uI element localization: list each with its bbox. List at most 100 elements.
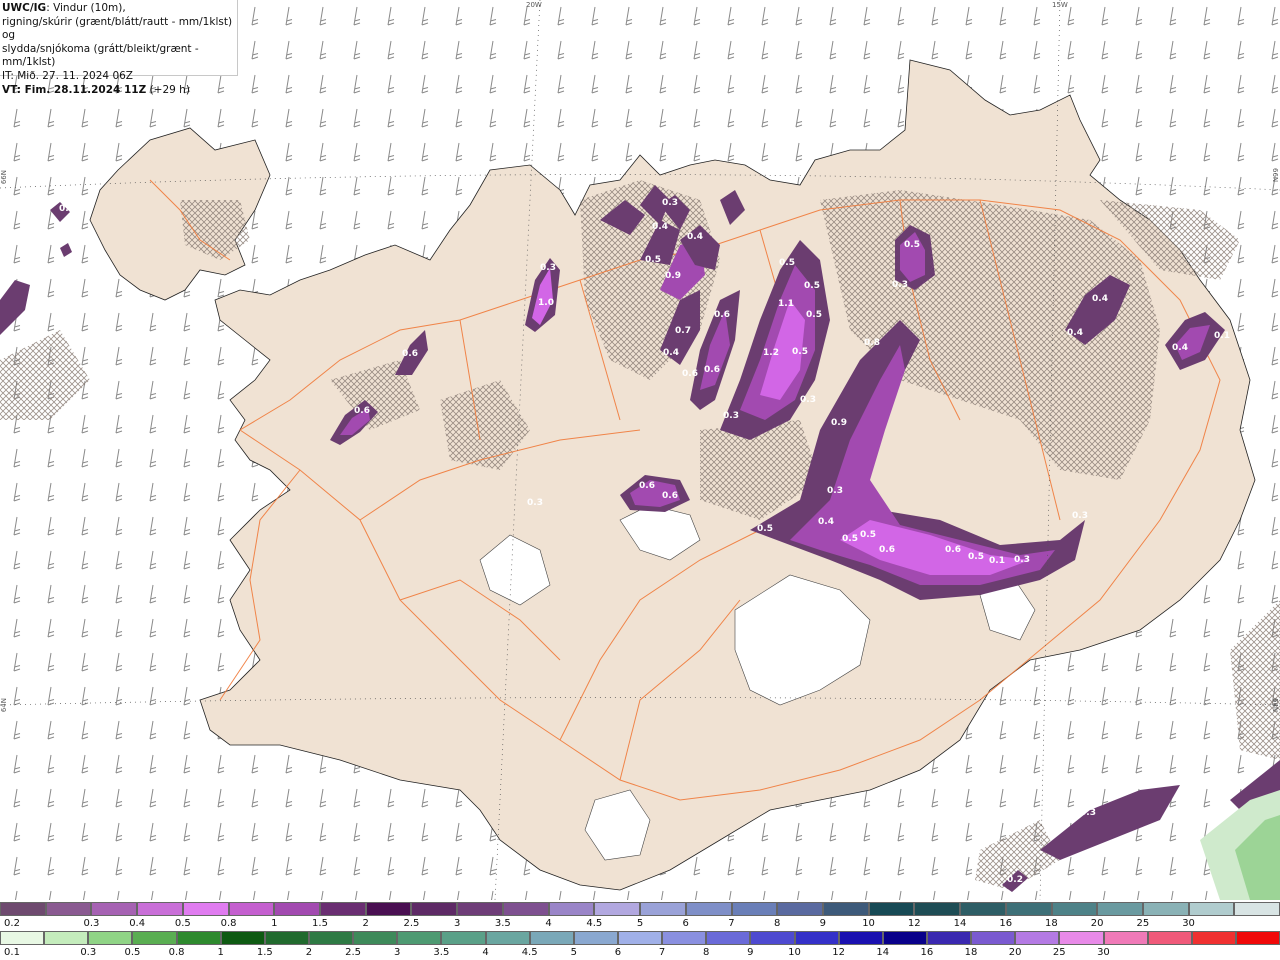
legend-tick-label: 9 <box>819 918 827 929</box>
legend-swatch <box>882 931 927 945</box>
legend-tick-label: 0.5 <box>124 947 141 958</box>
precip-value-label: 0.3 <box>662 198 678 208</box>
precip-value-label: 0.8 <box>864 338 880 348</box>
legend-swatch <box>397 931 442 945</box>
precip-value-label: 0.5 <box>645 255 661 265</box>
legend-tick-label: 0.4 <box>129 918 146 929</box>
info-line-2: rigning/skúrir (grænt/blátt/rautt - mm/1… <box>2 15 233 42</box>
legend-tick-label: 14 <box>876 947 890 958</box>
legend-swatch <box>1051 902 1098 916</box>
precip-value-label: 0.3 <box>527 498 543 508</box>
legend-rain-ticks: 0.1 0.3 0.5 0.8 1 1.5 2 2.5 3 3.5 4 4.5 5 6 7 8 9 10 12 14 1… <box>0 947 1280 960</box>
legend-swatch <box>685 902 732 916</box>
legend-tick-label: 2.5 <box>345 947 362 958</box>
legend-tick-label: 5 <box>636 918 644 929</box>
legend-swatch <box>502 902 549 916</box>
legend-tick-label: 18 <box>1045 918 1058 929</box>
precip-value-label: 0.5 <box>779 258 795 268</box>
legend-tick-label: 2 <box>305 947 313 958</box>
precip-value-label: 0.6 <box>402 349 418 359</box>
legend-tick-label: 4.5 <box>521 947 538 958</box>
legend-swatch <box>1234 902 1280 916</box>
legend-tick-label: 7 <box>728 918 735 929</box>
precip-value-label: 1.1 <box>778 299 794 309</box>
color-legend: 0.2 0.3 0.4 0.5 0.8 1 1.5 2 2.5 3 3.5 4 4.5 5 6 7 8 9 10 12… <box>0 902 1280 960</box>
legend-swatch <box>1147 931 1192 945</box>
legend-tick-label: 9 <box>747 947 754 958</box>
legend-swatch <box>274 902 321 916</box>
precip-value-label: 0.2 <box>34 298 50 308</box>
legend-tick-label: 0.3 <box>83 918 100 929</box>
legend-swatch <box>0 902 46 916</box>
precip-value-label: 0.6 <box>879 545 895 555</box>
legend-tick-label: 4.5 <box>586 918 603 929</box>
legend-swatch <box>1235 931 1280 945</box>
precip-value-label: 0.7 <box>675 326 691 336</box>
legend-swatch <box>320 902 366 916</box>
precip-value-label: 0.5 <box>860 530 876 540</box>
legend-tick-label: 16 <box>999 918 1013 929</box>
legend-tick-label: 3.5 <box>433 947 450 958</box>
legend-swatch <box>1103 931 1148 945</box>
legend-swatch <box>1191 931 1236 945</box>
precip-value-label: 0.3 <box>1072 511 1088 521</box>
legend-tick-label: 20 <box>1008 947 1022 958</box>
legend-tick-label: 4 <box>545 918 552 929</box>
legend-tick-label: 25 <box>1052 947 1066 958</box>
precip-value-label: 0.4 <box>1172 343 1188 353</box>
legend-tick-label: 1 <box>217 947 224 958</box>
legend-tick-label: 5 <box>570 947 577 958</box>
map-viewer: 0.3 0.2 1.0 0.3 0.6 0.6 0.3 0.4 0.9 0.5 0.4 0.7 0.6 0… <box>0 0 1280 960</box>
legend-swatch <box>1142 902 1189 916</box>
precip-value-label: 0.3 <box>827 486 843 496</box>
legend-swatch <box>0 931 45 945</box>
grid-label-15w: 15W <box>1052 1 1068 9</box>
legend-swatch <box>1097 902 1143 916</box>
product-name: UWC/IG <box>2 2 47 14</box>
precip-value-label: 0.6 <box>714 310 730 320</box>
legend-tick-label: 16 <box>920 947 934 958</box>
legend-tick-label: 12 <box>907 918 921 929</box>
legend-swatch <box>971 931 1016 945</box>
legend-swatch <box>617 931 663 945</box>
legend-swatch <box>926 931 972 945</box>
precip-value-label: 0.3 <box>1014 555 1030 565</box>
precip-value-label: 0.9 <box>665 271 681 281</box>
precip-value-label: 0.5 <box>792 347 808 357</box>
initial-time: IT: Mið. 27. 11. 2024 06Z <box>2 69 133 82</box>
legend-swatch <box>777 902 823 916</box>
legend-swatch <box>441 931 486 945</box>
legend-tick-label: 10 <box>862 918 875 929</box>
legend-tick-label: 6 <box>682 918 689 929</box>
precip-value-label: 0.6 <box>682 369 698 379</box>
precip-value-label: 0.5 <box>904 240 920 250</box>
precip-value-label: 0.4 <box>663 348 679 358</box>
legend-swatch <box>220 931 265 945</box>
legend-snow-colorbar <box>0 902 1280 918</box>
precip-value-label: 0.3 <box>723 411 739 421</box>
precip-value-label: 0.4 <box>818 517 834 527</box>
legend-swatch <box>706 931 751 945</box>
precip-value-label: 0.6 <box>662 491 678 501</box>
legend-tick-label: 10 <box>788 947 801 958</box>
legend-tick-label: 30 <box>1182 918 1195 929</box>
precip-value-label: 0.4 <box>652 222 668 232</box>
legend-tick-label: 2 <box>362 918 369 929</box>
legend-swatch <box>1005 902 1052 916</box>
legend-swatch <box>731 902 778 916</box>
precip-value-label: 0.3 <box>540 263 556 273</box>
legend-swatch <box>457 902 503 916</box>
precip-value-label: 0.6 <box>354 406 370 416</box>
forecast-hour: (+29 h) <box>146 83 190 96</box>
legend-swatch <box>1188 902 1235 916</box>
legend-tick-label: 1.5 <box>312 918 328 929</box>
precip-value-label: 0.5 <box>842 534 858 544</box>
precip-value-label: 0.1 <box>1214 331 1230 341</box>
weather-map: 0.30.2 1.00.30.60.60.30.40.90.50.40.70.60… <box>0 0 1280 900</box>
info-line-3: slydda/snjókoma (grátt/bleikt/grænt - mm… <box>2 42 199 69</box>
precip-value-label: 0.9 <box>831 418 847 428</box>
precip-value-label: 0.3 <box>1080 808 1096 818</box>
legend-swatch <box>353 931 398 945</box>
legend-swatch <box>485 931 530 945</box>
legend-tick-label: 0.2 <box>4 918 20 929</box>
